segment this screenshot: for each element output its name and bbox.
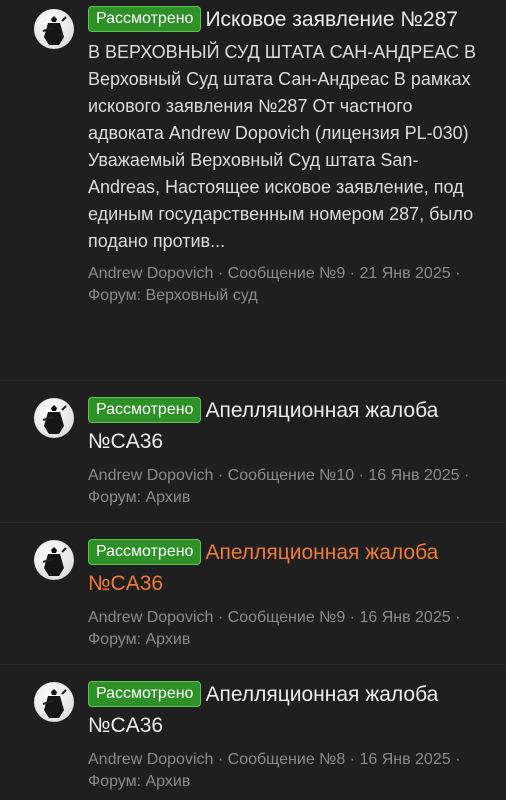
meta-separator: · bbox=[217, 265, 224, 282]
thread-heading: Рассмотрено Апелляционная жалоба №CA36 bbox=[88, 395, 482, 457]
status-badge: Рассмотрено bbox=[88, 6, 202, 32]
samurai-avatar-icon[interactable] bbox=[34, 540, 74, 580]
author-link[interactable]: Andrew Dopovich bbox=[88, 751, 213, 768]
status-badge: Рассмотрено bbox=[88, 539, 202, 565]
meta-separator: · bbox=[217, 751, 224, 768]
meta-separator: · bbox=[349, 265, 355, 282]
result-item: Рассмотрено Апелляционная жалоба №CA36 An… bbox=[0, 523, 506, 665]
post-date: 16 Янв 2025 bbox=[359, 751, 451, 768]
thread-heading: Рассмотрено Апелляционная жалоба №CA36 bbox=[88, 537, 482, 599]
meta-separator: · bbox=[463, 467, 470, 484]
meta-separator: · bbox=[217, 609, 224, 626]
author-link[interactable]: Andrew Dopovich bbox=[88, 467, 213, 484]
meta-separator: · bbox=[349, 609, 355, 626]
forum-link[interactable]: Форум: Архив bbox=[88, 631, 190, 648]
meta-separator: · bbox=[455, 751, 461, 768]
message-number: Сообщение №9 bbox=[227, 609, 346, 626]
post-date: 21 Янв 2025 bbox=[359, 265, 451, 282]
thread-heading: Рассмотрено Исковое заявление №287 bbox=[88, 4, 482, 35]
post-date: 16 Янв 2025 bbox=[368, 467, 460, 484]
thread-meta: Andrew Dopovich · Сообщение №9 · 21 Янв … bbox=[88, 263, 482, 307]
forum-link[interactable]: Форум: Верховный суд bbox=[88, 287, 258, 304]
status-badge: Рассмотрено bbox=[88, 681, 202, 707]
thread-snippet: В ВЕРХОВНЫЙ СУД ШТАТА САН-АНДРЕАС В Верх… bbox=[88, 42, 477, 251]
meta-separator: · bbox=[217, 467, 224, 484]
post-date: 16 Янв 2025 bbox=[359, 609, 451, 626]
result-item: Рассмотрено Апелляционная жалоба №CA36 An… bbox=[0, 381, 506, 523]
message-number: Сообщение №10 bbox=[227, 467, 355, 484]
meta-separator: · bbox=[358, 467, 364, 484]
forum-link[interactable]: Форум: Архив bbox=[88, 773, 190, 790]
message-number: Сообщение №9 bbox=[227, 265, 346, 282]
status-badge: Рассмотрено bbox=[88, 397, 202, 423]
meta-separator: · bbox=[349, 751, 355, 768]
forum-link[interactable]: Форум: Архив bbox=[88, 489, 190, 506]
author-link[interactable]: Andrew Dopovich bbox=[88, 609, 213, 626]
meta-separator: · bbox=[455, 265, 461, 282]
thread-meta: Andrew Dopovich · Сообщение №8 · 16 Янв … bbox=[88, 749, 482, 793]
samurai-avatar-icon[interactable] bbox=[34, 398, 74, 438]
search-results-list: Рассмотрено Исковое заявление №287 В ВЕРХ… bbox=[0, 0, 506, 800]
samurai-avatar-icon[interactable] bbox=[34, 9, 74, 49]
result-item: Рассмотрено Исковое заявление №287 В ВЕРХ… bbox=[0, 0, 506, 381]
samurai-avatar-icon[interactable] bbox=[34, 682, 74, 722]
result-item: Рассмотрено Апелляционная жалоба №CA36 An… bbox=[0, 665, 506, 800]
thread-meta: Andrew Dopovich · Сообщение №9 · 16 Янв … bbox=[88, 607, 482, 651]
thread-title-link[interactable]: Исковое заявление №287 bbox=[205, 8, 458, 31]
thread-heading: Рассмотрено Апелляционная жалоба №CA36 bbox=[88, 679, 482, 741]
message-number: Сообщение №8 bbox=[227, 751, 346, 768]
author-link[interactable]: Andrew Dopovich bbox=[88, 265, 213, 282]
meta-separator: · bbox=[455, 609, 461, 626]
thread-meta: Andrew Dopovich · Сообщение №10 · 16 Янв… bbox=[88, 465, 482, 509]
